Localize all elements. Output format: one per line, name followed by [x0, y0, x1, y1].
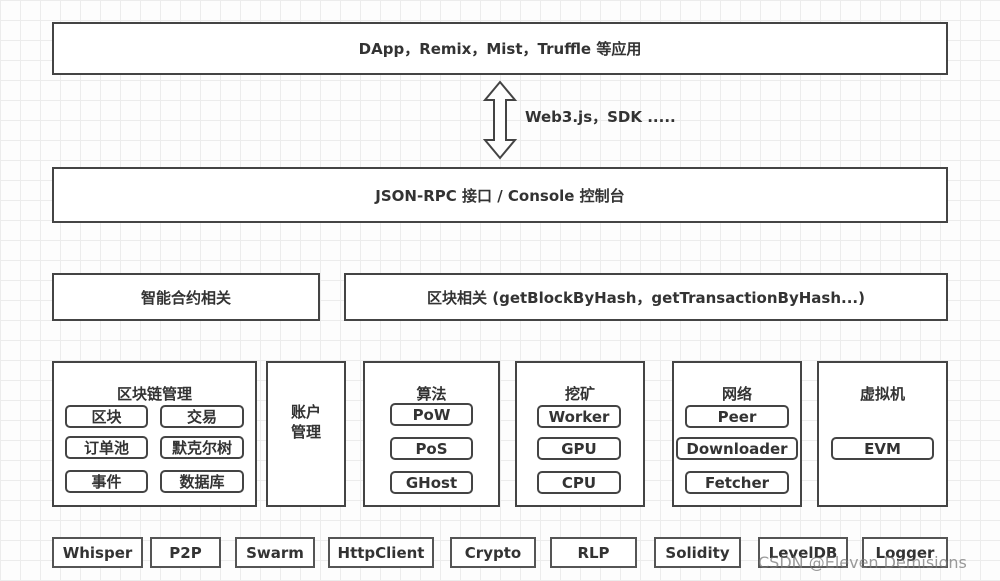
vm-item: EVM: [831, 437, 934, 460]
module-title: 管理: [290, 423, 321, 441]
network-item: Peer: [685, 405, 789, 428]
library-box: HttpClient: [328, 537, 434, 568]
application-layer-label: DApp，Remix，Mist，Truffle 等应用: [358, 40, 642, 58]
module-title: 网络: [721, 385, 752, 403]
network-item: Downloader: [676, 437, 798, 460]
module-title: 算法: [416, 385, 447, 403]
consensus-item: PoW: [390, 403, 473, 426]
module-title: 挖矿: [564, 385, 595, 403]
virtual-machine-module: 虚拟机: [817, 361, 948, 507]
contract-api-label: 智能合约相关: [140, 288, 231, 307]
library-box: P2P: [150, 537, 221, 568]
double-arrow-icon: [482, 80, 518, 160]
network-item: Fetcher: [685, 471, 789, 494]
account-management-module: 账户 管理: [266, 361, 346, 507]
library-box: Solidity: [654, 537, 741, 568]
mining-item: GPU: [537, 437, 621, 460]
library-box: Whisper: [52, 537, 143, 568]
connector-label: Web3.js，SDK .....: [525, 108, 676, 126]
library-box: Crypto: [450, 537, 536, 568]
rpc-layer: JSON-RPC 接口 / Console 控制台: [52, 167, 948, 223]
mining-item: CPU: [537, 471, 621, 494]
chain-item: 交易: [160, 405, 244, 428]
mining-item: Worker: [537, 405, 621, 428]
chain-item: 默克尔树: [160, 436, 244, 459]
block-api-box: 区块相关 (getBlockByHash，getTransactionByHas…: [344, 273, 948, 321]
rpc-layer-label: JSON-RPC 接口 / Console 控制台: [375, 186, 625, 205]
library-box: Swarm: [235, 537, 315, 568]
chain-item: 区块: [65, 405, 148, 428]
application-layer: DApp，Remix，Mist，Truffle 等应用: [52, 22, 948, 75]
chain-item: 订单池: [65, 436, 148, 459]
module-title: 虚拟机: [859, 385, 905, 403]
chain-item: 数据库: [160, 470, 244, 493]
consensus-item: PoS: [390, 437, 473, 460]
chain-item: 事件: [65, 470, 148, 493]
watermark: CSDN @Eleven Demisions: [758, 553, 967, 572]
contract-api-box: 智能合约相关: [52, 273, 320, 321]
consensus-item: GHost: [390, 471, 473, 494]
module-title: 账户: [290, 403, 321, 421]
block-api-label: 区块相关 (getBlockByHash，getTransactionByHas…: [427, 288, 865, 307]
library-box: RLP: [550, 537, 637, 568]
module-title: 区块链管理: [116, 385, 192, 403]
